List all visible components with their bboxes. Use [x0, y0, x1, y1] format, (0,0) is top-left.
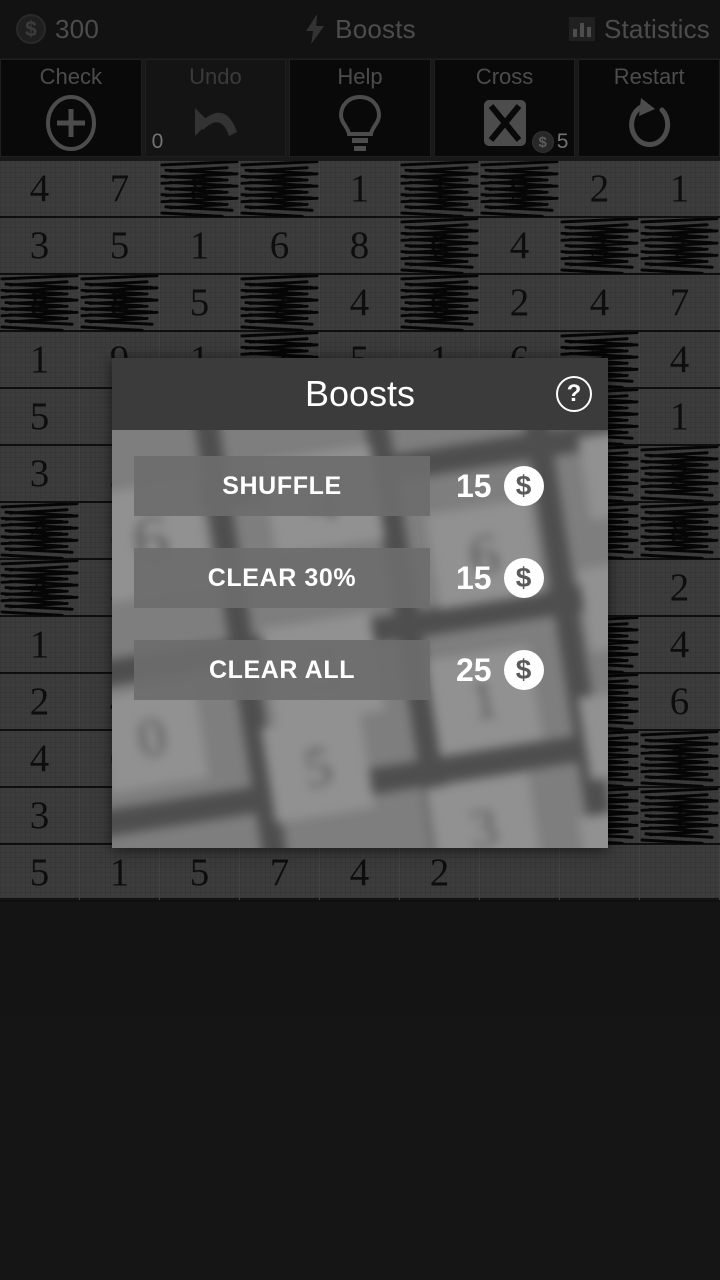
boost-button-2[interactable]: CLEAR ALL: [134, 640, 430, 700]
question-mark-icon[interactable]: ?: [556, 376, 592, 412]
boost-price: 15 $: [456, 466, 544, 506]
app-root: $ 300 Boosts Statistics Check Undo 0 Hel…: [0, 0, 720, 1280]
boost-row: SHUFFLE 15 $: [134, 456, 586, 516]
boost-row: CLEAR 30% 15 $: [134, 548, 586, 608]
boosts-dialog: Boosts ? 6 4 3 6 1 3 2 4 2 4 0: [112, 358, 608, 848]
boosts-dialog-header: Boosts ?: [112, 358, 608, 430]
boosts-dialog-body: 6 4 3 6 1 3 2 4 2 4 0 5 SHUFFLE15$CLEAR …: [112, 430, 608, 848]
boost-button-0[interactable]: SHUFFLE: [134, 456, 430, 516]
boost-price-value: 15: [456, 467, 492, 504]
boost-button-1[interactable]: CLEAR 30%: [134, 548, 430, 608]
coin-dollar-icon: $: [503, 466, 544, 506]
boost-price: 15 $: [456, 558, 544, 598]
boosts-dialog-title: Boosts: [304, 373, 416, 414]
boost-price-value: 25: [456, 651, 492, 688]
coin-dollar-icon: $: [503, 650, 544, 690]
boost-row: CLEAR ALL 25 $: [134, 640, 586, 700]
boost-price-value: 15: [456, 559, 492, 596]
coin-dollar-icon: $: [503, 558, 544, 598]
boost-price: 25 $: [456, 650, 544, 690]
boosts-list: SHUFFLE 15 $ CLEAR 30% 15 $ CLEAR ALL 25 $: [112, 430, 608, 848]
